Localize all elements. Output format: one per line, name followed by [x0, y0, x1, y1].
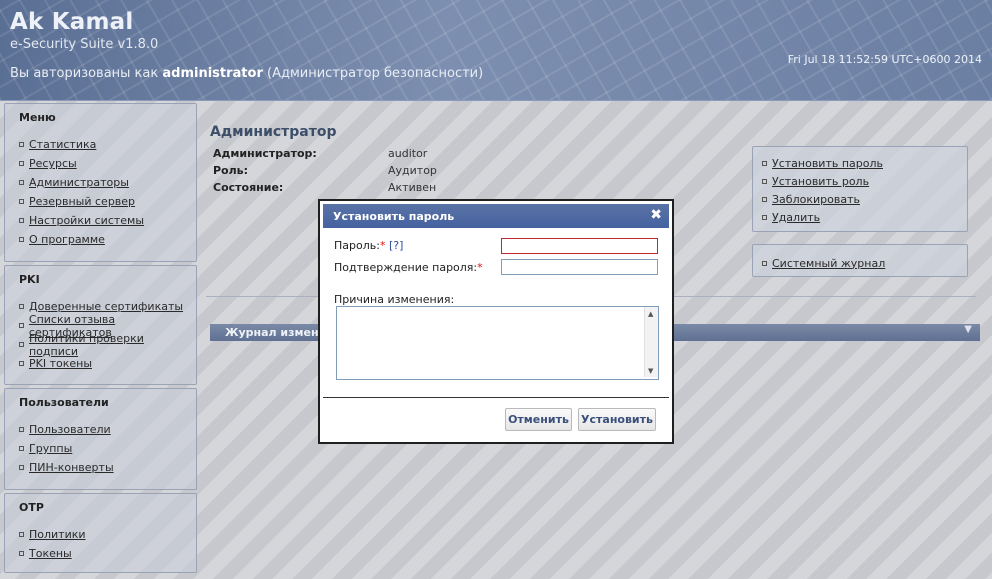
confirm-label: Подтверждение пароля: — [334, 261, 478, 274]
sidebar-item-trusted-certs[interactable]: Доверенные сертификаты — [29, 300, 183, 313]
prop-value: auditor — [388, 147, 428, 160]
bullet-icon — [19, 304, 24, 309]
prop-value: Активен — [388, 181, 437, 194]
app-title: Ak Kamal — [10, 9, 134, 35]
datetime: Fri Jul 18 11:52:59 UTC+0600 2014 — [787, 53, 982, 66]
confirm-password-input[interactable] — [501, 259, 658, 275]
bullet-icon — [19, 199, 24, 204]
sidebar-users-title: Пользователи — [19, 396, 109, 409]
bullet-icon — [19, 465, 24, 470]
action-block[interactable]: Заблокировать — [772, 193, 860, 206]
actions-panel: Установить пароль Установить роль Заблок… — [752, 146, 968, 232]
prop-row-state: Состояние: Активен — [213, 181, 437, 198]
password-label-group: Пароль:* [?] — [334, 239, 403, 252]
bullet-icon — [19, 446, 24, 451]
sidebar-item-about[interactable]: О программе — [29, 233, 105, 246]
prop-key: Администратор: — [213, 147, 317, 160]
bullet-icon — [19, 342, 24, 347]
confirm-label-group: Подтверждение пароля:* — [334, 261, 483, 274]
bullet-icon — [762, 214, 767, 220]
dialog-divider — [323, 397, 669, 398]
set-password-dialog: Установить пароль ✖ Пароль:* [?] Подтвер… — [318, 199, 674, 444]
required-mark: * — [477, 261, 483, 274]
sidebar-item-groups[interactable]: Группы — [29, 442, 72, 455]
sidebar-menu-title: Меню — [19, 111, 56, 124]
auth-user: administrator — [162, 66, 263, 81]
bullet-icon — [762, 178, 767, 184]
sidebar-users: Пользователи Пользователи Группы ПИН-кон… — [4, 388, 197, 490]
admin-properties: Администратор: auditor Роль: Аудитор Состо… — [213, 147, 437, 198]
dialog-title: Установить пароль — [333, 210, 455, 223]
set-button[interactable]: Установить — [578, 408, 656, 431]
sidebar-item-pki-tokens[interactable]: PKI токены — [29, 357, 92, 370]
password-label: Пароль: — [334, 239, 380, 252]
auth-role: (Администратор безопасности) — [262, 66, 484, 81]
app-subtitle: e-Security Suite v1.8.0 — [10, 37, 159, 52]
sidebar-item-otp-tokens[interactable]: Токены — [29, 547, 72, 560]
bullet-icon — [19, 237, 24, 242]
bullet-icon — [19, 361, 24, 366]
bullet-icon — [19, 532, 24, 537]
auth-prefix: Вы авторизованы как — [10, 66, 163, 81]
sidebar-menu: Меню Статистика Ресурсы Администраторы Р… — [4, 103, 197, 262]
page-title: Администратор — [210, 124, 337, 140]
sidebar-item-otp-policies[interactable]: Политики — [29, 528, 86, 541]
required-mark: * — [379, 239, 386, 252]
sidebar-pki: PKI Доверенные сертификаты Списки отзыва… — [4, 265, 197, 385]
bullet-icon — [762, 160, 767, 166]
action-delete[interactable]: Удалить — [772, 211, 820, 224]
sidebar-item-administrators[interactable]: Администраторы — [29, 176, 129, 189]
prop-row-role: Роль: Аудитор — [213, 164, 437, 181]
sidebar: Меню Статистика Ресурсы Администраторы Р… — [4, 103, 197, 576]
close-icon[interactable]: ✖ — [650, 207, 662, 223]
sidebar-item-backup-server[interactable]: Резервный сервер — [29, 195, 135, 208]
sidebar-item-signature-policies[interactable]: Политики проверки подписи — [29, 332, 196, 358]
password-input[interactable] — [501, 238, 658, 254]
textarea-scrollbar[interactable]: ▲ ▼ — [644, 307, 658, 377]
scroll-down-icon[interactable]: ▼ — [648, 367, 653, 375]
action-system-journal[interactable]: Системный журнал — [772, 257, 885, 270]
bullet-icon — [762, 196, 767, 202]
prop-value: Аудитор — [388, 164, 437, 177]
sidebar-item-system-settings[interactable]: Настройки системы — [29, 214, 144, 227]
prop-key: Состояние: — [213, 181, 284, 194]
sidebar-item-users[interactable]: Пользователи — [29, 423, 111, 436]
auth-status: Вы авторизованы как administrator (Админ… — [10, 66, 483, 81]
prop-key: Роль: — [213, 164, 249, 177]
bullet-icon — [19, 323, 24, 328]
bullet-icon — [19, 142, 24, 147]
journal-actions-panel: Системный журнал — [752, 244, 968, 277]
bullet-icon — [762, 260, 767, 266]
sidebar-pki-title: PKI — [19, 273, 40, 286]
prop-row-admin: Администратор: auditor — [213, 147, 437, 164]
sidebar-item-statistics[interactable]: Статистика — [29, 138, 96, 151]
bullet-icon — [19, 551, 24, 556]
sidebar-item-pin-envelopes[interactable]: ПИН-конверты — [29, 461, 114, 474]
action-set-role[interactable]: Установить роль — [772, 175, 869, 188]
sidebar-otp-title: OTP — [19, 501, 44, 514]
scroll-up-icon[interactable]: ▲ — [648, 310, 653, 318]
reason-textarea[interactable] — [336, 306, 659, 380]
collapse-icon[interactable]: ▼ — [964, 324, 972, 335]
bullet-icon — [19, 180, 24, 185]
help-link[interactable]: [?] — [389, 239, 403, 252]
bullet-icon — [19, 161, 24, 166]
sidebar-item-resources[interactable]: Ресурсы — [29, 157, 77, 170]
bullet-icon — [19, 427, 24, 432]
bullet-icon — [19, 218, 24, 223]
app-header: Ak Kamal e-Security Suite v1.8.0 Вы авто… — [0, 0, 992, 101]
cancel-button[interactable]: Отменить — [505, 408, 572, 431]
action-set-password[interactable]: Установить пароль — [772, 157, 883, 170]
reason-label: Причина изменения: — [334, 293, 455, 306]
dialog-header: Установить пароль ✖ — [323, 204, 669, 228]
sidebar-otp: OTP Политики Токены — [4, 493, 197, 573]
